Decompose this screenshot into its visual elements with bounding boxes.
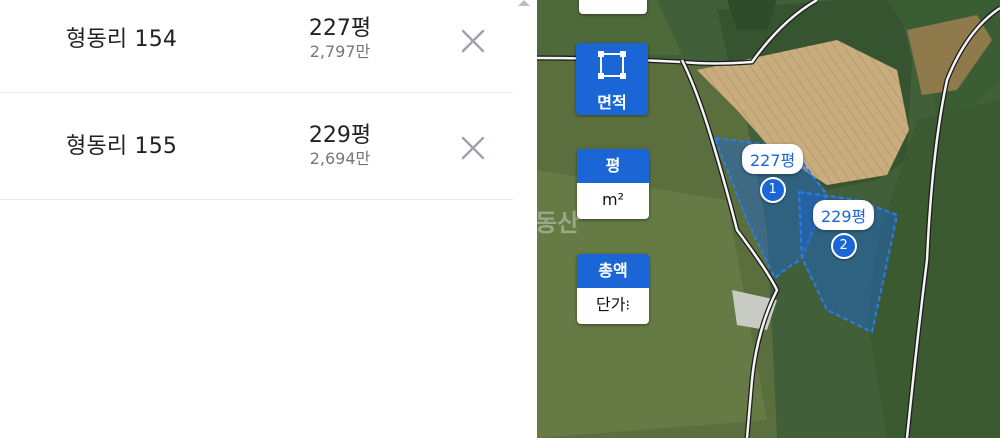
price-toggle[interactable]: 총액 단가⁝	[577, 254, 649, 324]
unit-pyeong-option[interactable]: 평	[577, 149, 649, 183]
unit-toggle[interactable]: 평 m²	[577, 149, 649, 219]
total-price-option[interactable]: 총액	[577, 254, 649, 288]
remove-button[interactable]	[458, 26, 488, 56]
marker-area-label: 229평	[813, 200, 875, 230]
marker-number-badge: 1	[759, 177, 786, 203]
parcel-price: 2,694만	[309, 149, 371, 168]
area-measure-button[interactable]: 면적	[576, 43, 648, 115]
unit-price-option[interactable]: 단가⁝	[577, 288, 649, 324]
list-item[interactable]: 형동리 154 227평 2,797만	[0, 0, 513, 93]
list-item[interactable]: 형동리 155 229평 2,694만	[0, 107, 513, 200]
marker-area-label: 227평	[742, 144, 804, 174]
selected-parcels-panel: 형동리 154 227평 2,797만 형동리 155 229평 2,694만	[0, 0, 513, 438]
parcel-marker-2[interactable]: 229평 2	[813, 200, 875, 259]
parcel-name: 형동리 155	[66, 134, 178, 159]
marker-number-badge: 2	[830, 233, 857, 259]
parcel-price: 2,797만	[309, 42, 371, 61]
remove-button[interactable]	[458, 133, 488, 163]
scroll-up-arrow-icon[interactable]	[518, 0, 530, 6]
satellite-map[interactable]: 동산 면적 평 m² 총액 단가⁝ 227평 1 229평 2	[537, 0, 1000, 438]
map-watermark: 동산	[537, 209, 580, 237]
polygon-select-icon	[598, 51, 626, 79]
area-measure-label: 면적	[597, 93, 627, 112]
more-icon: ⁝	[625, 298, 630, 314]
map-control-partial[interactable]	[579, 0, 647, 14]
close-icon	[461, 29, 485, 53]
close-icon	[461, 136, 485, 160]
unit-sqm-option[interactable]: m²	[577, 183, 649, 219]
parcel-marker-1[interactable]: 227평 1	[742, 144, 804, 203]
unit-price-label: 단가	[596, 295, 626, 314]
parcel-name: 형동리 154	[66, 27, 178, 52]
